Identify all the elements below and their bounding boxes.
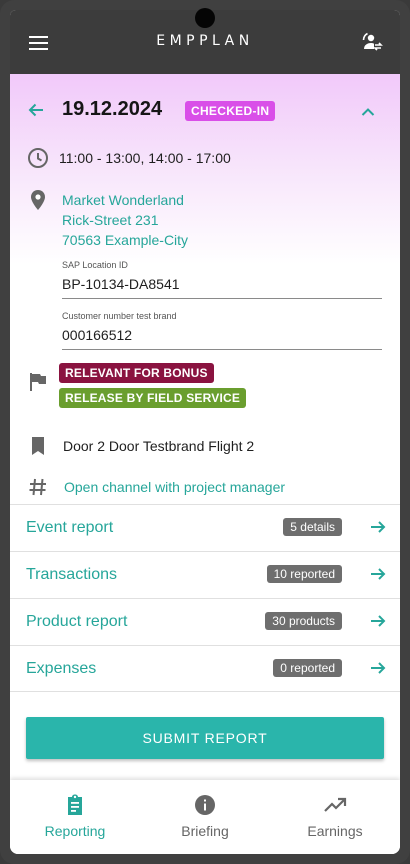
arrow-right-icon xyxy=(371,662,386,674)
brand-logo: EMPPLAN xyxy=(156,33,254,49)
release-badge: RELEASE BY FIELD SERVICE xyxy=(59,388,247,408)
hashtag-icon xyxy=(29,478,46,496)
report-row-transactions[interactable]: Transactions 10 reported xyxy=(10,551,400,598)
visit-date: 19.12.2024 xyxy=(62,98,163,120)
address-line: Rick-Street 231 xyxy=(62,212,159,228)
report-count-badge: 0 reported xyxy=(273,659,342,677)
report-title: Product report xyxy=(26,613,128,630)
nav-tab-briefing[interactable]: Briefing xyxy=(140,780,270,854)
nav-tab-reporting[interactable]: Reporting xyxy=(10,780,140,854)
arrow-right-icon xyxy=(371,615,386,627)
open-channel-link[interactable]: Open channel with project manager xyxy=(64,479,285,495)
info-icon xyxy=(195,795,215,815)
status-badge: CHECKED-IN xyxy=(185,101,276,121)
address-line: Market Wonderland xyxy=(62,192,184,208)
bonus-badge: RELEVANT FOR BONUS xyxy=(59,363,214,383)
bottom-navigation: Reporting Briefing Earnings xyxy=(10,780,400,854)
report-list: Event report 5 details Transactions 10 r… xyxy=(10,504,400,692)
report-row-product[interactable]: Product report 30 products xyxy=(10,598,400,645)
report-count-badge: 30 products xyxy=(265,612,342,630)
nav-label: Reporting xyxy=(44,823,106,839)
device-frame: EMPPLAN 19.12.2024 CHECKED-IN 11:00 - 13… xyxy=(0,0,410,864)
bookmark-icon xyxy=(32,437,44,455)
customer-number-field[interactable]: Customer number test brand 000166512 xyxy=(62,311,382,350)
front-camera xyxy=(195,8,215,28)
customer-number-label: Customer number test brand xyxy=(62,311,177,321)
report-title: Transactions xyxy=(26,566,117,583)
nav-label: Earnings xyxy=(307,823,363,839)
sap-location-value: BP-10134-DA8541 xyxy=(62,276,180,292)
clock-icon xyxy=(28,148,48,168)
nav-tab-earnings[interactable]: Earnings xyxy=(270,780,400,854)
report-count-badge: 5 details xyxy=(283,518,342,536)
location-pin-icon xyxy=(31,190,45,210)
visit-detail-card: 19.12.2024 CHECKED-IN 11:00 - 13:00, 14:… xyxy=(10,74,400,780)
report-title: Expenses xyxy=(26,660,97,677)
visit-time: 11:00 - 13:00, 14:00 - 17:00 xyxy=(59,150,231,166)
arrow-right-icon xyxy=(371,568,386,580)
app-screen: EMPPLAN 19.12.2024 CHECKED-IN 11:00 - 13… xyxy=(10,10,400,854)
arrow-right-icon xyxy=(371,521,386,533)
clipboard-icon xyxy=(68,794,82,815)
customer-number-value: 000166512 xyxy=(62,327,133,343)
chevron-up-icon[interactable] xyxy=(358,102,378,122)
address-line: 70563 Example-City xyxy=(62,232,189,248)
report-row-event[interactable]: Event report 5 details xyxy=(10,504,400,551)
submit-report-button[interactable]: SUBMIT REPORT xyxy=(26,717,384,759)
report-title: Event report xyxy=(26,519,114,536)
sap-location-field[interactable]: SAP Location ID BP-10134-DA8541 xyxy=(62,260,382,299)
location-address[interactable]: Market Wonderland Rick-Street 231 70563 … xyxy=(62,190,188,250)
report-row-expenses[interactable]: Expenses 0 reported xyxy=(10,645,400,692)
switch-account-icon[interactable] xyxy=(360,30,384,54)
nav-label: Briefing xyxy=(181,823,229,839)
report-count-badge: 10 reported xyxy=(266,565,342,583)
trending-up-icon xyxy=(324,797,347,812)
back-arrow-icon[interactable] xyxy=(26,100,46,120)
project-name: Door 2 Door Testbrand Flight 2 xyxy=(63,438,255,454)
sap-location-label: SAP Location ID xyxy=(62,260,128,270)
flag-icon xyxy=(30,373,46,391)
